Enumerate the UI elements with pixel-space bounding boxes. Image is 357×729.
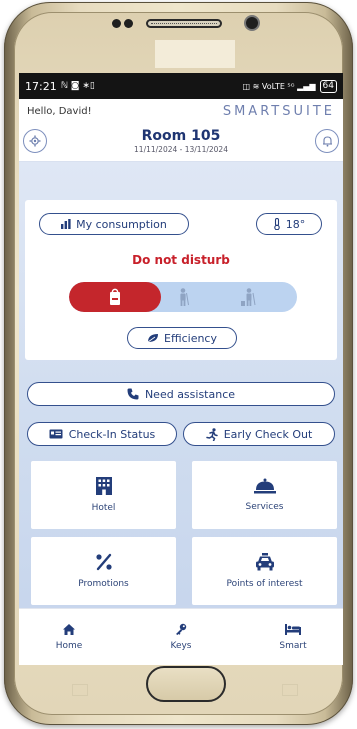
nav-keys[interactable]: Keys [151, 609, 211, 665]
leaf-icon [147, 334, 158, 343]
protective-film [155, 40, 235, 68]
home-hardware-button[interactable] [146, 666, 226, 702]
status-bar: 17:21 ℕ ◙ ∗▯ ◫ ≋ VoLTE ⁵ᴳ ▂▄▆ 64 [19, 73, 343, 99]
cleaning-icon[interactable] [241, 288, 257, 306]
points-of-interest-tile-label: Points of interest [226, 579, 303, 589]
check-in-status-label: Check-In Status [68, 427, 156, 441]
nav-smart[interactable]: Smart [263, 609, 323, 665]
stay-dates: 11/11/2024 - 13/11/2024 [134, 145, 228, 154]
temperature-value: 18° [285, 217, 306, 231]
room-status-switch[interactable] [69, 282, 297, 312]
nav-home[interactable]: Home [39, 609, 99, 665]
app-header: Hello, David! SMARTSUITE [19, 99, 343, 123]
services-tile-label: Services [245, 502, 284, 512]
need-assistance-button[interactable]: Need assistance [27, 382, 335, 406]
signal-icons: ◫ ≋ VoLTE ⁵ᴳ ▂▄▆ [242, 81, 316, 91]
main-content: My consumption 18° Do not disturb Effici… [19, 162, 343, 665]
need-assistance-label: Need assistance [144, 387, 236, 401]
taxi-icon [255, 553, 274, 571]
thermometer-icon [274, 218, 280, 230]
notification-icons: ℕ ◙ ∗▯ [60, 81, 95, 91]
nav-home-label: Home [55, 640, 83, 651]
phone-icon [127, 388, 139, 400]
early-check-out-label: Early Check Out [223, 427, 313, 441]
hotel-tile[interactable]: Hotel [31, 461, 176, 529]
promotions-tile[interactable]: Promotions [31, 537, 176, 605]
clock: 17:21 [25, 79, 57, 93]
door-hanger-icon [110, 288, 120, 305]
id-card-icon [49, 429, 63, 439]
earpiece-speaker [146, 19, 222, 28]
my-consumption-button[interactable]: My consumption [39, 213, 189, 235]
check-in-status-button[interactable]: Check-In Status [27, 422, 177, 446]
building-icon [95, 477, 112, 495]
nav-smart-label: Smart [279, 640, 307, 651]
battery-icon: 64 [319, 79, 337, 93]
back-key[interactable] [282, 684, 298, 696]
running-person-icon [205, 427, 218, 441]
brand-logo: SMARTSUITE [222, 103, 335, 119]
room-status-title: Do not disturb [132, 253, 230, 267]
early-check-out-button[interactable]: Early Check Out [183, 422, 335, 446]
key-icon [176, 623, 187, 635]
greeting: Hello, David! [27, 105, 92, 117]
recent-apps-key[interactable] [72, 684, 88, 696]
temperature-button[interactable]: 18° [256, 213, 322, 235]
front-sensor [124, 19, 133, 28]
nav-keys-label: Keys [170, 641, 192, 651]
efficiency-button[interactable]: Efficiency [127, 327, 237, 349]
bar-chart-icon [61, 219, 71, 229]
points-of-interest-tile[interactable]: Points of interest [192, 537, 337, 605]
bottom-navigation: Home Keys Smart [19, 608, 343, 665]
promotions-tile-label: Promotions [78, 579, 129, 589]
bell-icon [322, 136, 332, 147]
hotel-tile-label: Hotel [91, 503, 116, 513]
bed-icon [285, 623, 301, 635]
notifications-button[interactable] [315, 129, 339, 153]
person-icon[interactable] [177, 288, 189, 306]
room-control-card: My consumption 18° Do not disturb Effici… [25, 200, 337, 360]
home-icon [63, 623, 75, 635]
front-sensor [112, 19, 121, 28]
do-not-disturb-option[interactable] [69, 282, 161, 312]
efficiency-label: Efficiency [164, 331, 217, 345]
front-camera [246, 17, 258, 29]
percent-icon [95, 553, 112, 571]
app-screen: 17:21 ℕ ◙ ∗▯ ◫ ≋ VoLTE ⁵ᴳ ▂▄▆ 64 Hello, … [19, 73, 343, 665]
gear-icon [29, 135, 41, 147]
services-tile[interactable]: Services [192, 461, 337, 529]
room-header: Room 105 11/11/2024 - 13/11/2024 [19, 123, 343, 162]
my-consumption-label: My consumption [76, 217, 167, 231]
settings-button[interactable] [23, 129, 47, 153]
cloche-icon [253, 478, 276, 494]
room-title: Room 105 [141, 128, 221, 144]
